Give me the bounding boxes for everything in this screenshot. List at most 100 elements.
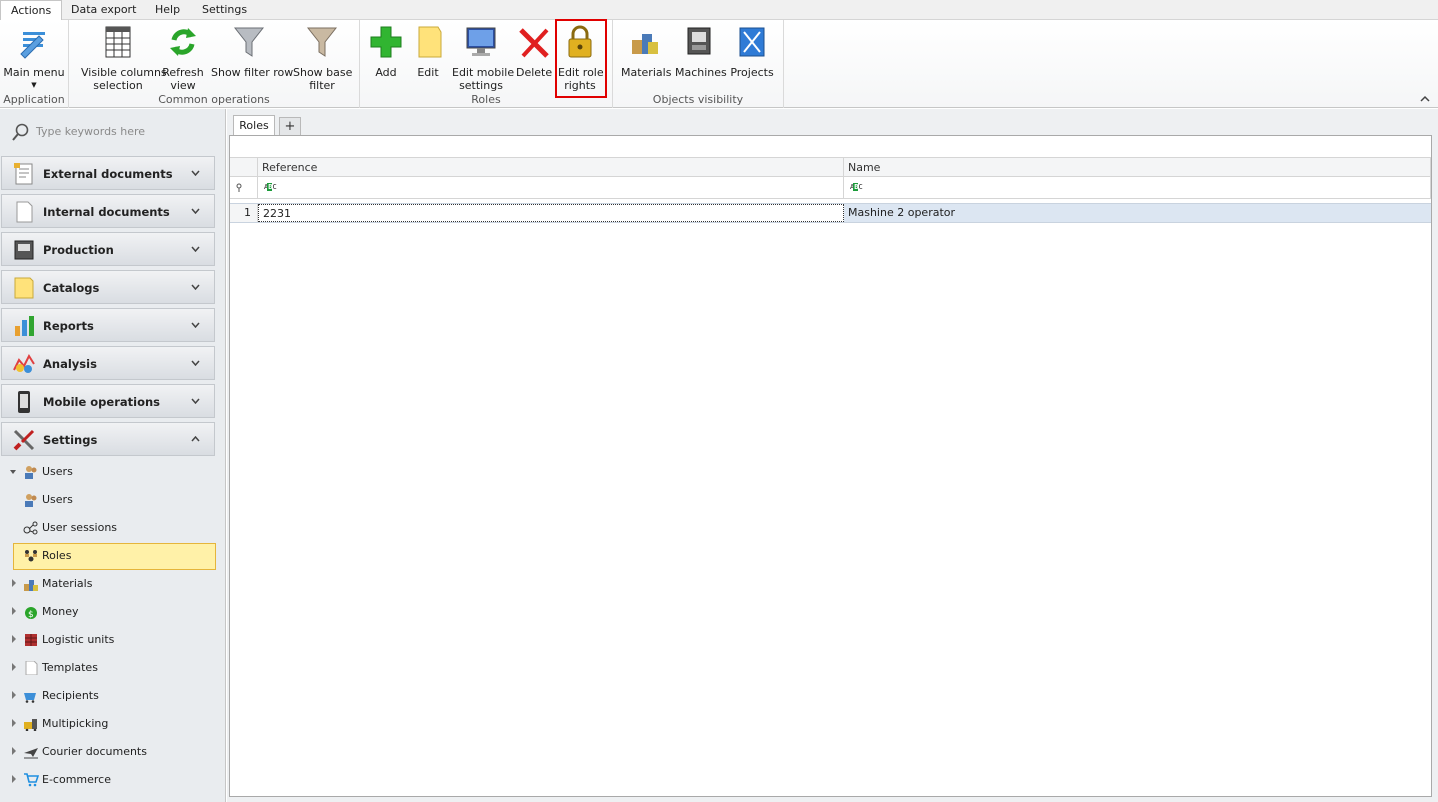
collapsed-arrow-icon[interactable] <box>10 635 16 643</box>
folder-icon <box>14 277 34 299</box>
refresh-icon <box>170 28 196 56</box>
visible-columns-label-1: Visible columns <box>81 66 167 79</box>
ribbon-group-visibility: Materials Machines Projects Objects visi… <box>613 20 784 108</box>
filter-row-indicator <box>230 177 258 198</box>
delete-label: Delete <box>516 66 553 79</box>
projects-button[interactable]: Projects <box>729 24 775 79</box>
collapsed-arrow-icon[interactable] <box>10 747 16 755</box>
tools-icon <box>13 429 35 451</box>
filter-pin-icon <box>236 183 242 192</box>
tree-node-label: Money <box>42 605 79 618</box>
nav-section-label: External documents <box>43 167 173 181</box>
plane-icon <box>24 748 38 759</box>
tab-roles[interactable]: Roles <box>233 115 275 137</box>
nav-section-mobile-operations[interactable]: Mobile operations <box>1 384 215 418</box>
collapsed-arrow-icon[interactable] <box>10 691 16 699</box>
analysis-icon <box>13 353 35 373</box>
navigation-sidebar: Type keywords here External documents In… <box>0 109 226 802</box>
projects-label: Projects <box>730 66 774 79</box>
recipients-icon <box>24 693 36 703</box>
monitor-icon <box>466 27 496 56</box>
group-label-visibility: Objects visibility <box>652 93 744 106</box>
column-header-reference[interactable]: Reference <box>258 158 844 177</box>
ribbon-group-application: Main menu ▼ Application <box>0 20 69 108</box>
highlight-box <box>555 19 607 98</box>
edit-button[interactable]: Edit <box>412 24 444 79</box>
refresh-view-button[interactable]: Refresh view <box>161 24 205 92</box>
cell-reference[interactable]: 2231 <box>258 204 844 222</box>
show-base-filter-label-1: Show base <box>293 66 353 79</box>
edit-mobile-settings-button[interactable]: Edit mobile settings <box>452 24 514 92</box>
nav-section-label: Production <box>43 243 114 257</box>
add-button[interactable]: Add <box>368 24 404 79</box>
grid-header: Reference Name <box>230 157 1431 177</box>
filter-cell-name[interactable]: ABC <box>844 177 1431 198</box>
add-label: Add <box>375 66 397 79</box>
tab-settings[interactable]: Settings <box>192 0 257 20</box>
table-row[interactable]: 1 2231 Mashine 2 operator <box>230 203 1431 223</box>
group-label-common: Common operations <box>158 93 270 106</box>
ribbon-group-common: Visible columns selection Refresh view S… <box>69 20 360 108</box>
dropdown-arrow-icon: ▼ <box>31 81 37 89</box>
materials-icon <box>24 580 38 591</box>
refresh-label-1: Refresh <box>162 66 204 79</box>
show-filter-row-button[interactable]: Show filter row <box>211 24 294 79</box>
column-header-name[interactable]: Name <box>844 158 1431 177</box>
collapsed-arrow-icon[interactable] <box>10 579 16 587</box>
nav-section-production[interactable]: Production <box>1 232 215 266</box>
edit-label: Edit <box>417 66 439 79</box>
visible-columns-button[interactable]: Visible columns selection <box>81 24 167 92</box>
nav-section-catalogs[interactable]: Catalogs <box>1 270 215 304</box>
show-base-filter-label-2: filter <box>309 79 335 92</box>
cell-name[interactable]: Mashine 2 operator <box>844 204 1431 222</box>
delete-button[interactable]: Delete <box>516 24 552 79</box>
filter-row: ABC ABC <box>230 177 1431 199</box>
expanded-arrow-icon[interactable] <box>10 468 16 476</box>
filter-cell-reference[interactable]: ABC <box>258 177 844 198</box>
text-filter-icon: ABC <box>850 183 863 191</box>
edit-mobile-label-2: settings <box>459 79 503 92</box>
collapsed-arrow-icon[interactable] <box>10 775 16 783</box>
machine-icon <box>687 27 711 55</box>
nav-section-reports[interactable]: Reports <box>1 308 215 342</box>
sidebar-search[interactable]: Type keywords here <box>6 121 216 143</box>
tree-node-label: User sessions <box>42 521 118 534</box>
menu-bar: Actions Data export Help Settings <box>0 0 1438 21</box>
svg-text:$: $ <box>28 610 34 619</box>
tree-node-label: Users <box>42 465 73 478</box>
machines-button[interactable]: Machines <box>675 24 727 79</box>
nav-section-analysis[interactable]: Analysis <box>1 346 215 380</box>
columns-grid-icon <box>105 26 131 58</box>
collapsed-arrow-icon[interactable] <box>10 607 16 615</box>
nav-section-settings[interactable]: Settings <box>1 422 215 456</box>
search-input[interactable]: Type keywords here <box>36 125 145 138</box>
add-tab-button[interactable]: + <box>279 117 301 136</box>
chevron-down-icon <box>191 322 200 328</box>
users-icon <box>25 466 37 479</box>
main-menu-label: Main menu <box>3 66 65 79</box>
nav-section-label: Mobile operations <box>43 395 160 409</box>
mobile-icon <box>18 391 30 413</box>
collapsed-arrow-icon[interactable] <box>10 719 16 727</box>
collapsed-arrow-icon[interactable] <box>10 663 16 671</box>
machines-label: Machines <box>675 66 727 79</box>
roles-icon <box>25 550 37 562</box>
roles-grid: Reference Name ABC ABC 1 2231 Mashine 2 … <box>229 135 1432 797</box>
materials-button[interactable]: Materials <box>621 24 671 79</box>
chevron-up-icon <box>191 436 200 442</box>
main-menu-button[interactable]: Main menu ▼ <box>2 24 66 92</box>
nav-section-label: Settings <box>43 433 98 447</box>
tab-data-export[interactable]: Data export <box>61 0 146 20</box>
show-filter-row-label: Show filter row <box>211 66 294 79</box>
tree-node-label: Templates <box>42 661 98 674</box>
tab-help[interactable]: Help <box>145 0 190 20</box>
tab-actions[interactable]: Actions <box>0 0 63 21</box>
logistic-icon <box>25 634 37 646</box>
nav-section-internal-documents[interactable]: Internal documents <box>1 194 215 228</box>
chevron-down-icon <box>191 246 200 252</box>
show-base-filter-button[interactable]: Show base filter <box>293 24 353 92</box>
note-icon <box>418 26 442 58</box>
nav-section-external-documents[interactable]: External documents <box>1 156 215 190</box>
collapse-ribbon-icon[interactable] <box>1420 94 1430 104</box>
sessions-icon <box>23 521 38 535</box>
